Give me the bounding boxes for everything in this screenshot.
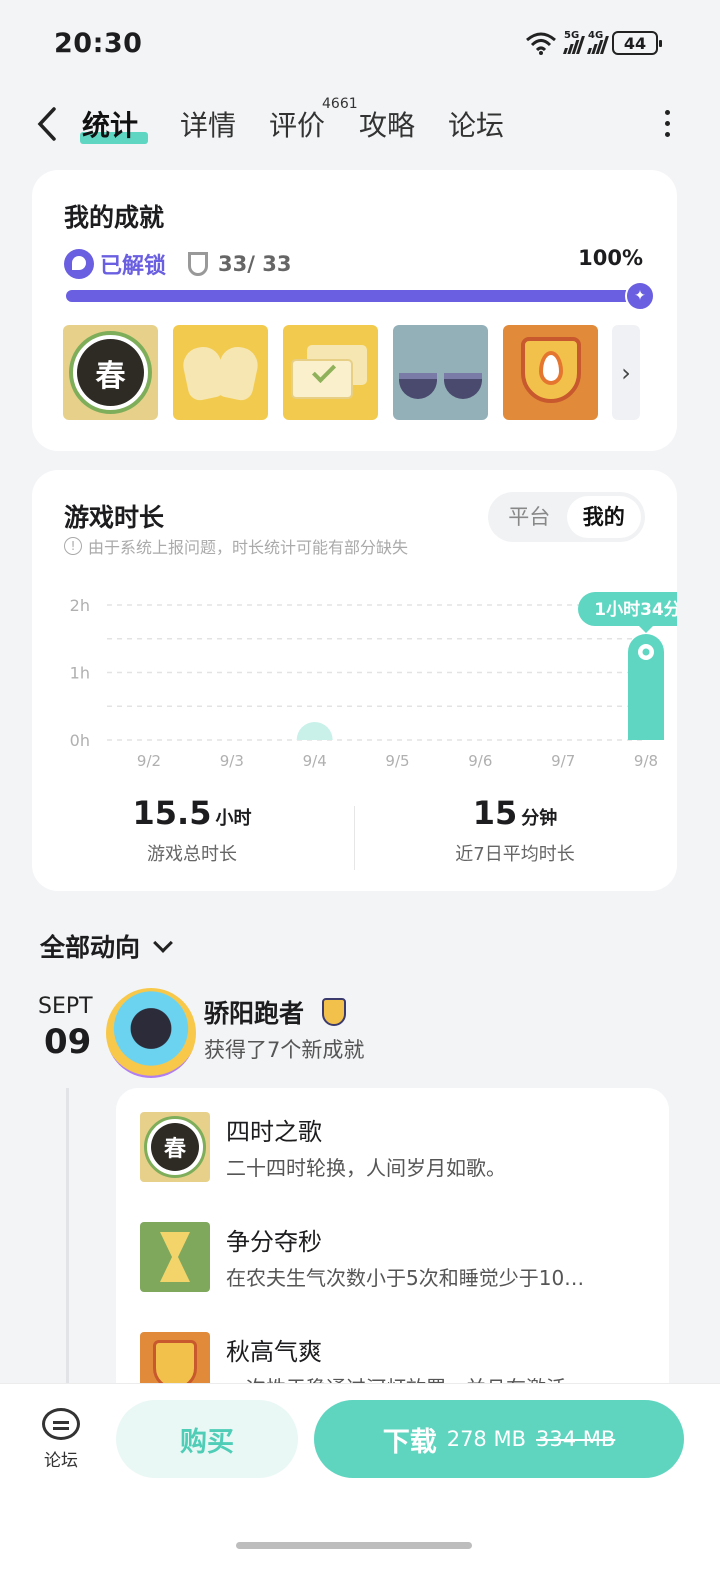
platform-mine-toggle[interactable]: 平台 我的 (488, 492, 645, 542)
x-tick-label: 9/5 (385, 752, 409, 770)
x-tick-label: 9/4 (303, 752, 327, 770)
user-name[interactable]: 骄阳跑者 (204, 994, 304, 1030)
y-tick-label: 0h (70, 731, 90, 750)
total-playtime-unit: 小时 (215, 808, 252, 829)
avg-playtime-label: 近7日平均时长 (455, 844, 575, 865)
hourglass-icon (140, 1222, 210, 1292)
review-count-badge: 4661 (322, 96, 358, 112)
achievement-icon-row: 春 (63, 325, 598, 420)
steaming-bowls-icon[interactable] (393, 325, 488, 420)
user-badge-icon (322, 998, 346, 1026)
toggle-platform[interactable]: 平台 (492, 496, 567, 538)
back-arrow-icon[interactable] (34, 106, 60, 151)
download-size: 278 MB (446, 1427, 526, 1451)
tab-guides[interactable]: 攻略 (359, 104, 415, 144)
x-tick-label: 9/6 (468, 752, 492, 770)
chart-bar-base (628, 722, 664, 740)
achievement-name: 四时之歌 (226, 1118, 322, 1146)
total-playtime-stat: 15.5 小时 游戏总时长 (32, 794, 352, 866)
list-item[interactable]: 春 四时之歌 二十四时轮换，人间岁月如歌。 (140, 1112, 650, 1184)
download-label: 下载 (382, 1426, 437, 1458)
achievement-progress-fill: ✦ (66, 281, 655, 311)
achievements-title: 我的成就 (64, 203, 165, 232)
feed-date-day: 09 (44, 1022, 92, 1062)
timeline-line (66, 1088, 69, 1388)
chart-tooltip-pointer (639, 626, 653, 634)
signal-4g-icon: 4G (587, 30, 609, 54)
x-tick-label: 9/2 (137, 752, 161, 770)
chevron-right-icon[interactable]: › (612, 325, 640, 420)
avg-playtime-stat: 15 分钟 近7日平均时长 (355, 794, 675, 866)
spring-badge-icon[interactable]: 春 (63, 325, 158, 420)
list-item[interactable]: 争分夺秒 在农夫生气次数小于5次和睡觉少于10… (140, 1222, 650, 1294)
spring-badge-icon: 春 (140, 1112, 210, 1182)
y-tick-label: 1h (70, 664, 90, 683)
chat-bubble-icon (42, 1408, 80, 1440)
chart-tooltip-label: 1小时34分钟 (594, 599, 677, 620)
achievement-count: 33/ 33 (218, 252, 292, 276)
tab-details[interactable]: 详情 (180, 104, 236, 144)
status-icons: 5G 4G 44 (524, 30, 662, 56)
playtime-note-text: 由于系统上报问题，时长统计可能有部分缺失 (88, 538, 409, 557)
checkmark-bubble-icon[interactable] (283, 325, 378, 420)
playtime-note: ! 由于系统上报问题，时长统计可能有部分缺失 (64, 534, 408, 558)
playtime-title: 游戏时长 (64, 503, 165, 532)
home-indicator[interactable] (236, 1542, 472, 1549)
download-old-size: 334 MB (536, 1427, 616, 1451)
battery-icon: 44 (612, 31, 662, 55)
download-button[interactable]: 下载 278 MB 334 MB (314, 1400, 684, 1478)
tab-stats[interactable]: 统计 (82, 104, 138, 144)
achievement-desc: 二十四时轮换，人间岁月如歌。 (226, 1156, 506, 1180)
forum-button[interactable]: 论坛 (36, 1408, 86, 1471)
toggle-mine[interactable]: 我的 (566, 496, 641, 538)
trophy-icon (188, 252, 209, 276)
unlocked-label: 已解锁 (100, 254, 167, 279)
unlocked-icon (64, 249, 94, 279)
playtime-chart: 0h 1h 2h 9/2 9/3 9/4 9/5 9/6 9/7 9/8 1小时34分钟 (70, 592, 677, 770)
achievement-percent: 100% (578, 246, 643, 270)
x-tick-label: 9/7 (551, 752, 575, 770)
hands-badge-icon[interactable] (173, 325, 268, 420)
tab-forum[interactable]: 论坛 (448, 104, 504, 144)
buy-button[interactable]: 购买 (116, 1400, 298, 1478)
forum-label: 论坛 (44, 1451, 78, 1471)
x-tick-label: 9/8 (634, 752, 658, 770)
fire-shield-icon[interactable] (503, 325, 598, 420)
feed-date-month: SEPT (38, 994, 93, 1019)
achievement-name: 秋高气爽 (226, 1338, 322, 1366)
chevron-down-icon (153, 933, 173, 953)
info-icon: ! (64, 537, 82, 555)
achievement-name: 争分夺秒 (226, 1228, 322, 1256)
x-tick-label: 9/3 (220, 752, 244, 770)
total-playtime-label: 游戏总时长 (147, 844, 237, 865)
wifi-icon (526, 32, 556, 55)
chart-bar (296, 722, 333, 740)
unlock-row: 已解锁 33/ 33 (64, 248, 291, 280)
signal-5g-icon: 5G (563, 30, 585, 54)
feed-filter[interactable]: 全部动向 (40, 928, 173, 964)
playtime-card: 游戏时长 ! 由于系统上报问题，时长统计可能有部分缺失 平台 我的 0h 1h 2h… (32, 470, 677, 891)
achievement-desc: 在农夫生气次数小于5次和睡觉少于10… (226, 1266, 585, 1290)
chart-bar-dot-inner (642, 648, 650, 656)
achievement-progress-bar: ✦ (66, 281, 655, 311)
bottom-action-bar: 论坛 购买 下载 278 MB 334 MB (0, 1383, 720, 1595)
feed-title: 全部动向 (40, 933, 141, 962)
more-menu-icon[interactable] (665, 110, 670, 137)
user-action: 获得了7个新成就 (204, 1038, 365, 1062)
top-nav: 统计 详情 评价 4661 攻略 论坛 (0, 96, 720, 156)
y-tick-label: 2h (70, 596, 90, 615)
total-playtime-value: 15.5 (132, 794, 212, 832)
avg-playtime-value: 15 (472, 794, 518, 832)
sparkle-icon: ✦ (625, 281, 655, 311)
achievements-card[interactable]: 我的成就 已解锁 33/ 33 100% ✦ 春 › (32, 170, 677, 451)
tab-reviews[interactable]: 评价 (269, 104, 325, 144)
status-time: 20:30 (54, 28, 143, 59)
avg-playtime-unit: 分钟 (521, 808, 558, 829)
avatar[interactable] (106, 988, 196, 1078)
feed-achievements-card[interactable]: 春 四时之歌 二十四时轮换，人间岁月如歌。 争分夺秒 在农夫生气次数小于5次和睡… (116, 1088, 669, 1408)
